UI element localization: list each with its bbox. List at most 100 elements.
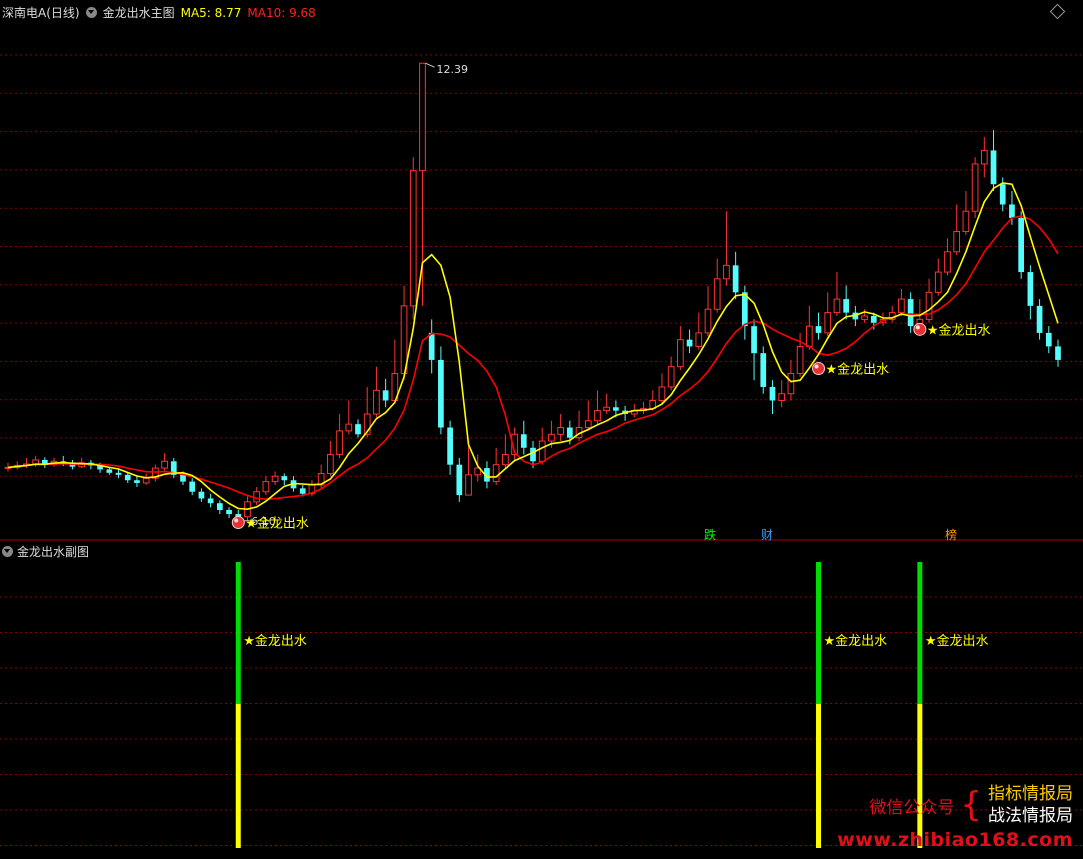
watermark-wechat: 微信公众号	[869, 797, 955, 818]
main-header: 深南电A(日线) 金龙出水主图 MA5: 8.77 MA10: 9.68	[2, 4, 316, 21]
candle-body	[1045, 332, 1052, 347]
signal-ball-highlight	[814, 364, 819, 369]
candle-body	[870, 316, 877, 323]
sub-bar-green	[235, 562, 241, 704]
sub-indicator-name[interactable]: 金龙出水副图	[17, 543, 89, 560]
candle-body	[124, 474, 131, 481]
candle-body	[207, 498, 214, 504]
candle-body	[769, 386, 776, 401]
candle-body	[336, 430, 343, 456]
chart-svg: 12.396.10★金龙出水★金龙出水★金龙出水★金龙出水 ★金龙出水 ★金龙出水	[0, 54, 1083, 848]
candle-body	[1018, 218, 1025, 273]
candle-body	[382, 390, 389, 401]
candle-body	[161, 460, 168, 469]
candle-body	[677, 339, 684, 368]
candle-body	[796, 345, 804, 374]
candle-body	[787, 372, 795, 395]
candle-body	[134, 480, 140, 483]
candle-body	[1009, 204, 1015, 218]
candle-body	[465, 474, 472, 496]
sub-signal-label: ★金龙出水	[243, 633, 307, 649]
candle-body	[106, 469, 113, 473]
candle-body	[530, 447, 536, 462]
candle-body	[502, 454, 509, 466]
candle-body	[538, 440, 546, 462]
candle-body	[1055, 346, 1061, 360]
candle-body	[327, 454, 334, 474]
sub-signal-label: ★金龙出水	[824, 633, 888, 649]
candle-body	[778, 393, 786, 401]
candle-body	[447, 427, 453, 465]
candle-body	[613, 407, 619, 411]
signal-label: ★金龙出水	[826, 362, 890, 378]
candle-body	[686, 339, 693, 347]
candle-body	[281, 476, 288, 481]
candle-body	[925, 291, 933, 320]
candle-body	[732, 265, 739, 293]
sub-signal-label: ★金龙出水	[925, 633, 989, 649]
candle-body	[419, 62, 426, 172]
candle-body	[253, 491, 261, 503]
watermark: 微信公众号 { 指标情报局 战法情报局 www.zhibiao168.com	[837, 783, 1073, 851]
candle-body	[373, 389, 380, 415]
candle-body	[198, 491, 205, 499]
candle-body	[492, 464, 500, 483]
high-label: 12.39	[436, 63, 468, 76]
candle-body	[271, 475, 279, 483]
candle-body	[428, 332, 435, 360]
signal-ball	[231, 515, 245, 529]
signal-ball	[812, 362, 826, 376]
candle-body	[142, 477, 150, 484]
candle-body	[805, 325, 813, 347]
stock-name[interactable]: 深南电A(日线)	[2, 4, 80, 21]
watermark-brace: {	[960, 785, 982, 825]
candle-body	[971, 163, 979, 212]
dropdown-icon[interactable]	[2, 546, 13, 557]
candle-body	[843, 299, 850, 313]
sub-bar-green	[816, 562, 822, 704]
ma10-label: MA10: 9.68	[247, 5, 316, 20]
candle-body	[115, 472, 122, 475]
candle-body	[345, 423, 353, 432]
candle-body	[594, 410, 601, 422]
candle-body	[456, 464, 463, 496]
sub-bar-yellow	[816, 704, 822, 848]
tag-cai[interactable]: 财	[759, 526, 775, 543]
signal-label: ★金龙出水	[245, 515, 309, 531]
candle-body	[520, 434, 527, 448]
candle-body	[548, 433, 555, 442]
candle-body	[355, 424, 361, 435]
candle-body	[180, 474, 186, 482]
candle-body	[566, 427, 573, 438]
dropdown-icon[interactable]	[85, 7, 97, 18]
signal-ball-highlight	[915, 325, 920, 330]
signal-ball-highlight	[234, 518, 239, 523]
candle-body	[1036, 305, 1043, 333]
kline-chart: 12.39 6.10 ★金龙出水 ★金龙出水 ★金龙出水 ★金龙出水 ★金龙出水 ★金龙出水	[0, 0, 1083, 855]
indicator-name[interactable]: 金龙出水主图	[103, 4, 175, 21]
candle-body	[990, 150, 997, 185]
candle-body	[953, 231, 961, 253]
candle-body	[704, 308, 712, 334]
candle-body	[409, 170, 417, 307]
tag-bang[interactable]: 榜	[943, 526, 959, 543]
sub-bar-green	[917, 562, 923, 704]
candle-body	[962, 210, 970, 233]
candle-body	[723, 264, 730, 280]
candle-body	[299, 488, 306, 494]
watermark-line1: 指标情报局	[988, 784, 1073, 804]
candle-body	[898, 298, 905, 314]
candle-body	[760, 353, 767, 387]
tag-die[interactable]: 跌	[702, 526, 718, 543]
signal-ball	[913, 322, 927, 336]
candle-body	[1027, 272, 1034, 306]
watermark-url: www.zhibiao168.com	[837, 829, 1073, 851]
candle-body	[438, 359, 444, 428]
candle-body	[824, 312, 832, 334]
sub-header: 金龙出水副图	[2, 543, 89, 560]
watermark-line2: 战法情报局	[988, 806, 1073, 826]
candle-body	[934, 271, 942, 293]
candle-body	[695, 332, 703, 347]
candle-body	[751, 326, 757, 354]
candle-body	[584, 420, 592, 429]
